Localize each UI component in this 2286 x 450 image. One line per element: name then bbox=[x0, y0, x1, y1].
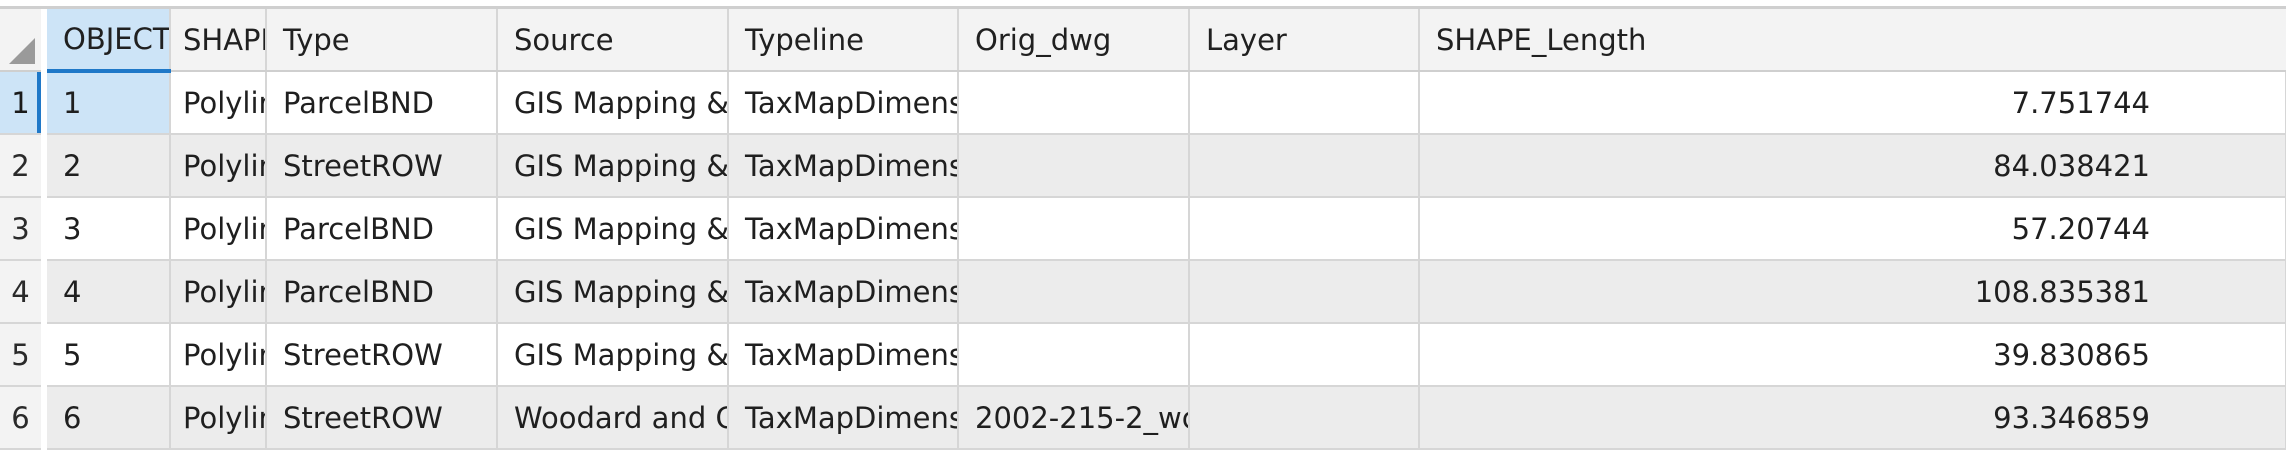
cell-shape[interactable]: Polyline bbox=[170, 260, 267, 324]
row-number[interactable]: 1 bbox=[0, 71, 47, 135]
cell-orig-dwg[interactable]: 2002-215-2_wc.dwg bbox=[958, 386, 1190, 450]
cell-layer[interactable] bbox=[1189, 71, 1420, 135]
shape-length-value: 57.20744 bbox=[2011, 211, 2150, 246]
cell-source[interactable]: GIS Mapping & Analysis bbox=[497, 323, 729, 387]
cell-typeline[interactable]: TaxMapDimension bbox=[728, 260, 959, 324]
cell-typeline[interactable]: TaxMapDimension bbox=[728, 386, 959, 450]
cell-typeline[interactable]: TaxMapDimension bbox=[728, 323, 959, 387]
cell-shape-length[interactable]: 57.20744 bbox=[1419, 197, 2286, 261]
row-number[interactable]: 4 bbox=[0, 260, 47, 324]
cell-shape[interactable]: Polyline bbox=[170, 71, 267, 135]
select-all-icon bbox=[9, 38, 35, 64]
cell-shape-length[interactable]: 84.038421 bbox=[1419, 134, 2286, 198]
shape-length-value: 39.830865 bbox=[1993, 337, 2150, 372]
cell-objectid[interactable]: 5 bbox=[44, 323, 171, 387]
cell-shape[interactable]: Polyline bbox=[170, 323, 267, 387]
cell-source[interactable]: Woodard and Curran bbox=[497, 386, 729, 450]
table-row[interactable]: 2 2 Polyline StreetROW GIS Mapping & Ana… bbox=[0, 134, 2286, 198]
cell-objectid[interactable]: 1 bbox=[44, 71, 171, 135]
header-row: OBJECTID * SHAPE * Type Source Typeline … bbox=[0, 9, 2286, 73]
cell-orig-dwg[interactable] bbox=[958, 134, 1190, 198]
column-header-orig-dwg[interactable]: Orig_dwg bbox=[958, 9, 1190, 72]
cell-shape[interactable]: Polyline bbox=[170, 134, 267, 198]
column-header-typeline[interactable]: Typeline bbox=[728, 9, 959, 72]
cell-typeline[interactable]: TaxMapDimension bbox=[728, 71, 959, 135]
cell-shape-length[interactable]: 108.835381 bbox=[1419, 260, 2286, 324]
column-header-shape-length[interactable]: SHAPE_Length bbox=[1419, 9, 2286, 72]
cell-typeline[interactable]: TaxMapDimension bbox=[728, 197, 959, 261]
row-number[interactable]: 6 bbox=[0, 386, 47, 450]
cell-type[interactable]: StreetROW bbox=[266, 134, 498, 198]
cell-objectid[interactable]: 6 bbox=[44, 386, 171, 450]
cell-orig-dwg[interactable] bbox=[958, 71, 1190, 135]
cell-shape[interactable]: Polyline bbox=[170, 386, 267, 450]
cell-orig-dwg[interactable] bbox=[958, 260, 1190, 324]
cell-source[interactable]: GIS Mapping & Analysis bbox=[497, 260, 729, 324]
cell-shape-length[interactable]: 39.830865 bbox=[1419, 323, 2286, 387]
cell-source[interactable]: GIS Mapping & Analysis bbox=[497, 71, 729, 135]
column-header-layer[interactable]: Layer bbox=[1189, 9, 1420, 72]
column-header-objectid[interactable]: OBJECTID * bbox=[44, 9, 171, 73]
cell-orig-dwg[interactable] bbox=[958, 323, 1190, 387]
cell-type[interactable]: ParcelBND bbox=[266, 260, 498, 324]
shape-length-value: 84.038421 bbox=[1993, 148, 2150, 183]
cell-type[interactable]: ParcelBND bbox=[266, 197, 498, 261]
cell-source[interactable]: GIS Mapping & Analysis bbox=[497, 134, 729, 198]
cell-objectid[interactable]: 2 bbox=[44, 134, 171, 198]
table-row[interactable]: 6 6 Polyline StreetROW Woodard and Curra… bbox=[0, 386, 2286, 450]
cell-objectid[interactable]: 4 bbox=[44, 260, 171, 324]
cell-orig-dwg[interactable] bbox=[958, 197, 1190, 261]
table-row[interactable]: 1 1 Polyline ParcelBND GIS Mapping & Ana… bbox=[0, 71, 2286, 135]
attribute-table: OBJECTID * SHAPE * Type Source Typeline … bbox=[0, 0, 2286, 450]
table-row[interactable]: 4 4 Polyline ParcelBND GIS Mapping & Ana… bbox=[0, 260, 2286, 324]
cell-shape-length[interactable]: 93.346859 bbox=[1419, 386, 2286, 450]
cell-type[interactable]: ParcelBND bbox=[266, 71, 498, 135]
cell-type[interactable]: StreetROW bbox=[266, 323, 498, 387]
shape-length-value: 108.835381 bbox=[1974, 274, 2150, 309]
row-number[interactable]: 5 bbox=[0, 323, 47, 387]
cell-layer[interactable] bbox=[1189, 260, 1420, 324]
select-all-corner[interactable] bbox=[0, 9, 47, 72]
column-header-shape[interactable]: SHAPE * bbox=[170, 9, 267, 72]
cell-shape-length[interactable]: 7.751744 bbox=[1419, 71, 2286, 135]
cell-source[interactable]: GIS Mapping & Analysis bbox=[497, 197, 729, 261]
row-number[interactable]: 3 bbox=[0, 197, 47, 261]
attribute-grid: OBJECTID * SHAPE * Type Source Typeline … bbox=[0, 9, 2286, 450]
cell-layer[interactable] bbox=[1189, 134, 1420, 198]
cell-typeline[interactable]: TaxMapDimension bbox=[728, 134, 959, 198]
shape-length-value: 93.346859 bbox=[1993, 400, 2150, 435]
column-header-type[interactable]: Type bbox=[266, 9, 498, 72]
cell-layer[interactable] bbox=[1189, 197, 1420, 261]
table-row[interactable]: 5 5 Polyline StreetROW GIS Mapping & Ana… bbox=[0, 323, 2286, 387]
table-row[interactable]: 3 3 Polyline ParcelBND GIS Mapping & Ana… bbox=[0, 197, 2286, 261]
cell-layer[interactable] bbox=[1189, 386, 1420, 450]
cell-objectid[interactable]: 3 bbox=[44, 197, 171, 261]
cell-type[interactable]: StreetROW bbox=[266, 386, 498, 450]
shape-length-value: 7.751744 bbox=[2011, 85, 2150, 120]
column-header-source[interactable]: Source bbox=[497, 9, 729, 72]
cell-layer[interactable] bbox=[1189, 323, 1420, 387]
row-number[interactable]: 2 bbox=[0, 134, 47, 198]
cell-shape[interactable]: Polyline bbox=[170, 197, 267, 261]
